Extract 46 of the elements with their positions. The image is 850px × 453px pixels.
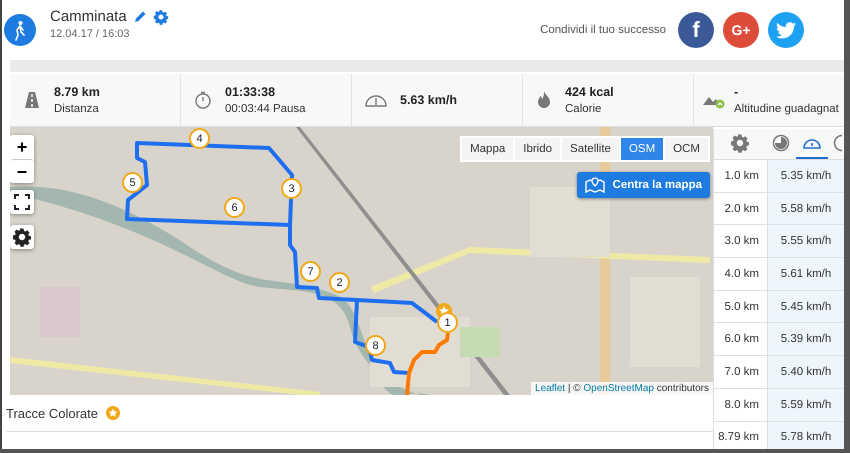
split-speed: 5.39 km/h <box>768 323 844 356</box>
center-map-button[interactable]: Centra la mappa <box>576 172 710 198</box>
zoom-out-button[interactable]: − <box>10 159 34 183</box>
stat-value: 8.79 km <box>54 85 100 99</box>
split-speed: 5.61 km/h <box>768 258 844 290</box>
stat-label: Calorie <box>565 103 602 115</box>
stat-value: - <box>734 85 740 99</box>
fullscreen-icon[interactable] <box>10 190 34 214</box>
leaflet-link[interactable]: Leaflet <box>535 383 566 394</box>
map-layer-tab[interactable]: OCM <box>665 138 708 160</box>
split-speed: 5.40 km/h <box>768 356 844 388</box>
star-icon <box>106 406 120 420</box>
settings-icon[interactable] <box>10 225 34 249</box>
activity-title: Camminata <box>50 8 127 25</box>
edit-icon[interactable] <box>132 10 147 24</box>
twitter-share-button[interactable] <box>768 12 804 48</box>
stopwatch-icon <box>193 90 213 110</box>
split-speed: 5.78 km/h <box>768 422 844 449</box>
stat-label: Distanza <box>54 103 100 115</box>
map-layer-tab[interactable]: Ibrido <box>515 138 560 160</box>
map-layer-tab[interactable]: Satellite <box>562 138 619 160</box>
map-pin-icon <box>584 177 605 193</box>
split-speed: 5.55 km/h <box>768 225 844 258</box>
split-speed: 5.35 km/h <box>768 160 844 192</box>
bird-icon <box>776 22 796 38</box>
split-speed: 5.45 km/h <box>768 290 844 322</box>
flame-icon <box>535 90 553 110</box>
stat-label: 00:03:44 Pausa <box>225 103 306 115</box>
zoom-in-button[interactable]: + <box>10 135 34 159</box>
share-label: Condividi il tuo successo <box>540 24 666 36</box>
map-layer-tab[interactable]: OSM <box>620 138 664 160</box>
stat-value: 01:33:38 <box>225 85 276 99</box>
map-attribution: Leaflet | © OpenStreetMap contributors <box>531 382 713 395</box>
stat-value: 5.63 km/h <box>400 93 457 107</box>
split-speed: 5.58 km/h <box>768 192 844 224</box>
openstreetmap-link[interactable]: OpenStreetMap <box>583 383 654 394</box>
road-icon <box>22 90 42 110</box>
activity-date: 12.04.17 / 16:03 <box>50 28 131 40</box>
facebook-share-button[interactable]: f <box>678 12 714 48</box>
route-line <box>405 332 450 395</box>
stat-value: 424 kcal <box>565 85 614 99</box>
stat-label: Altitudine guadagnat <box>734 103 839 115</box>
google-plus-share-button[interactable]: G+ <box>723 12 759 48</box>
map-layer-tab[interactable]: Mappa <box>462 138 514 160</box>
tracks-title: Tracce Colorate <box>6 406 98 420</box>
split-speed: 5.59 km/h <box>768 388 844 420</box>
